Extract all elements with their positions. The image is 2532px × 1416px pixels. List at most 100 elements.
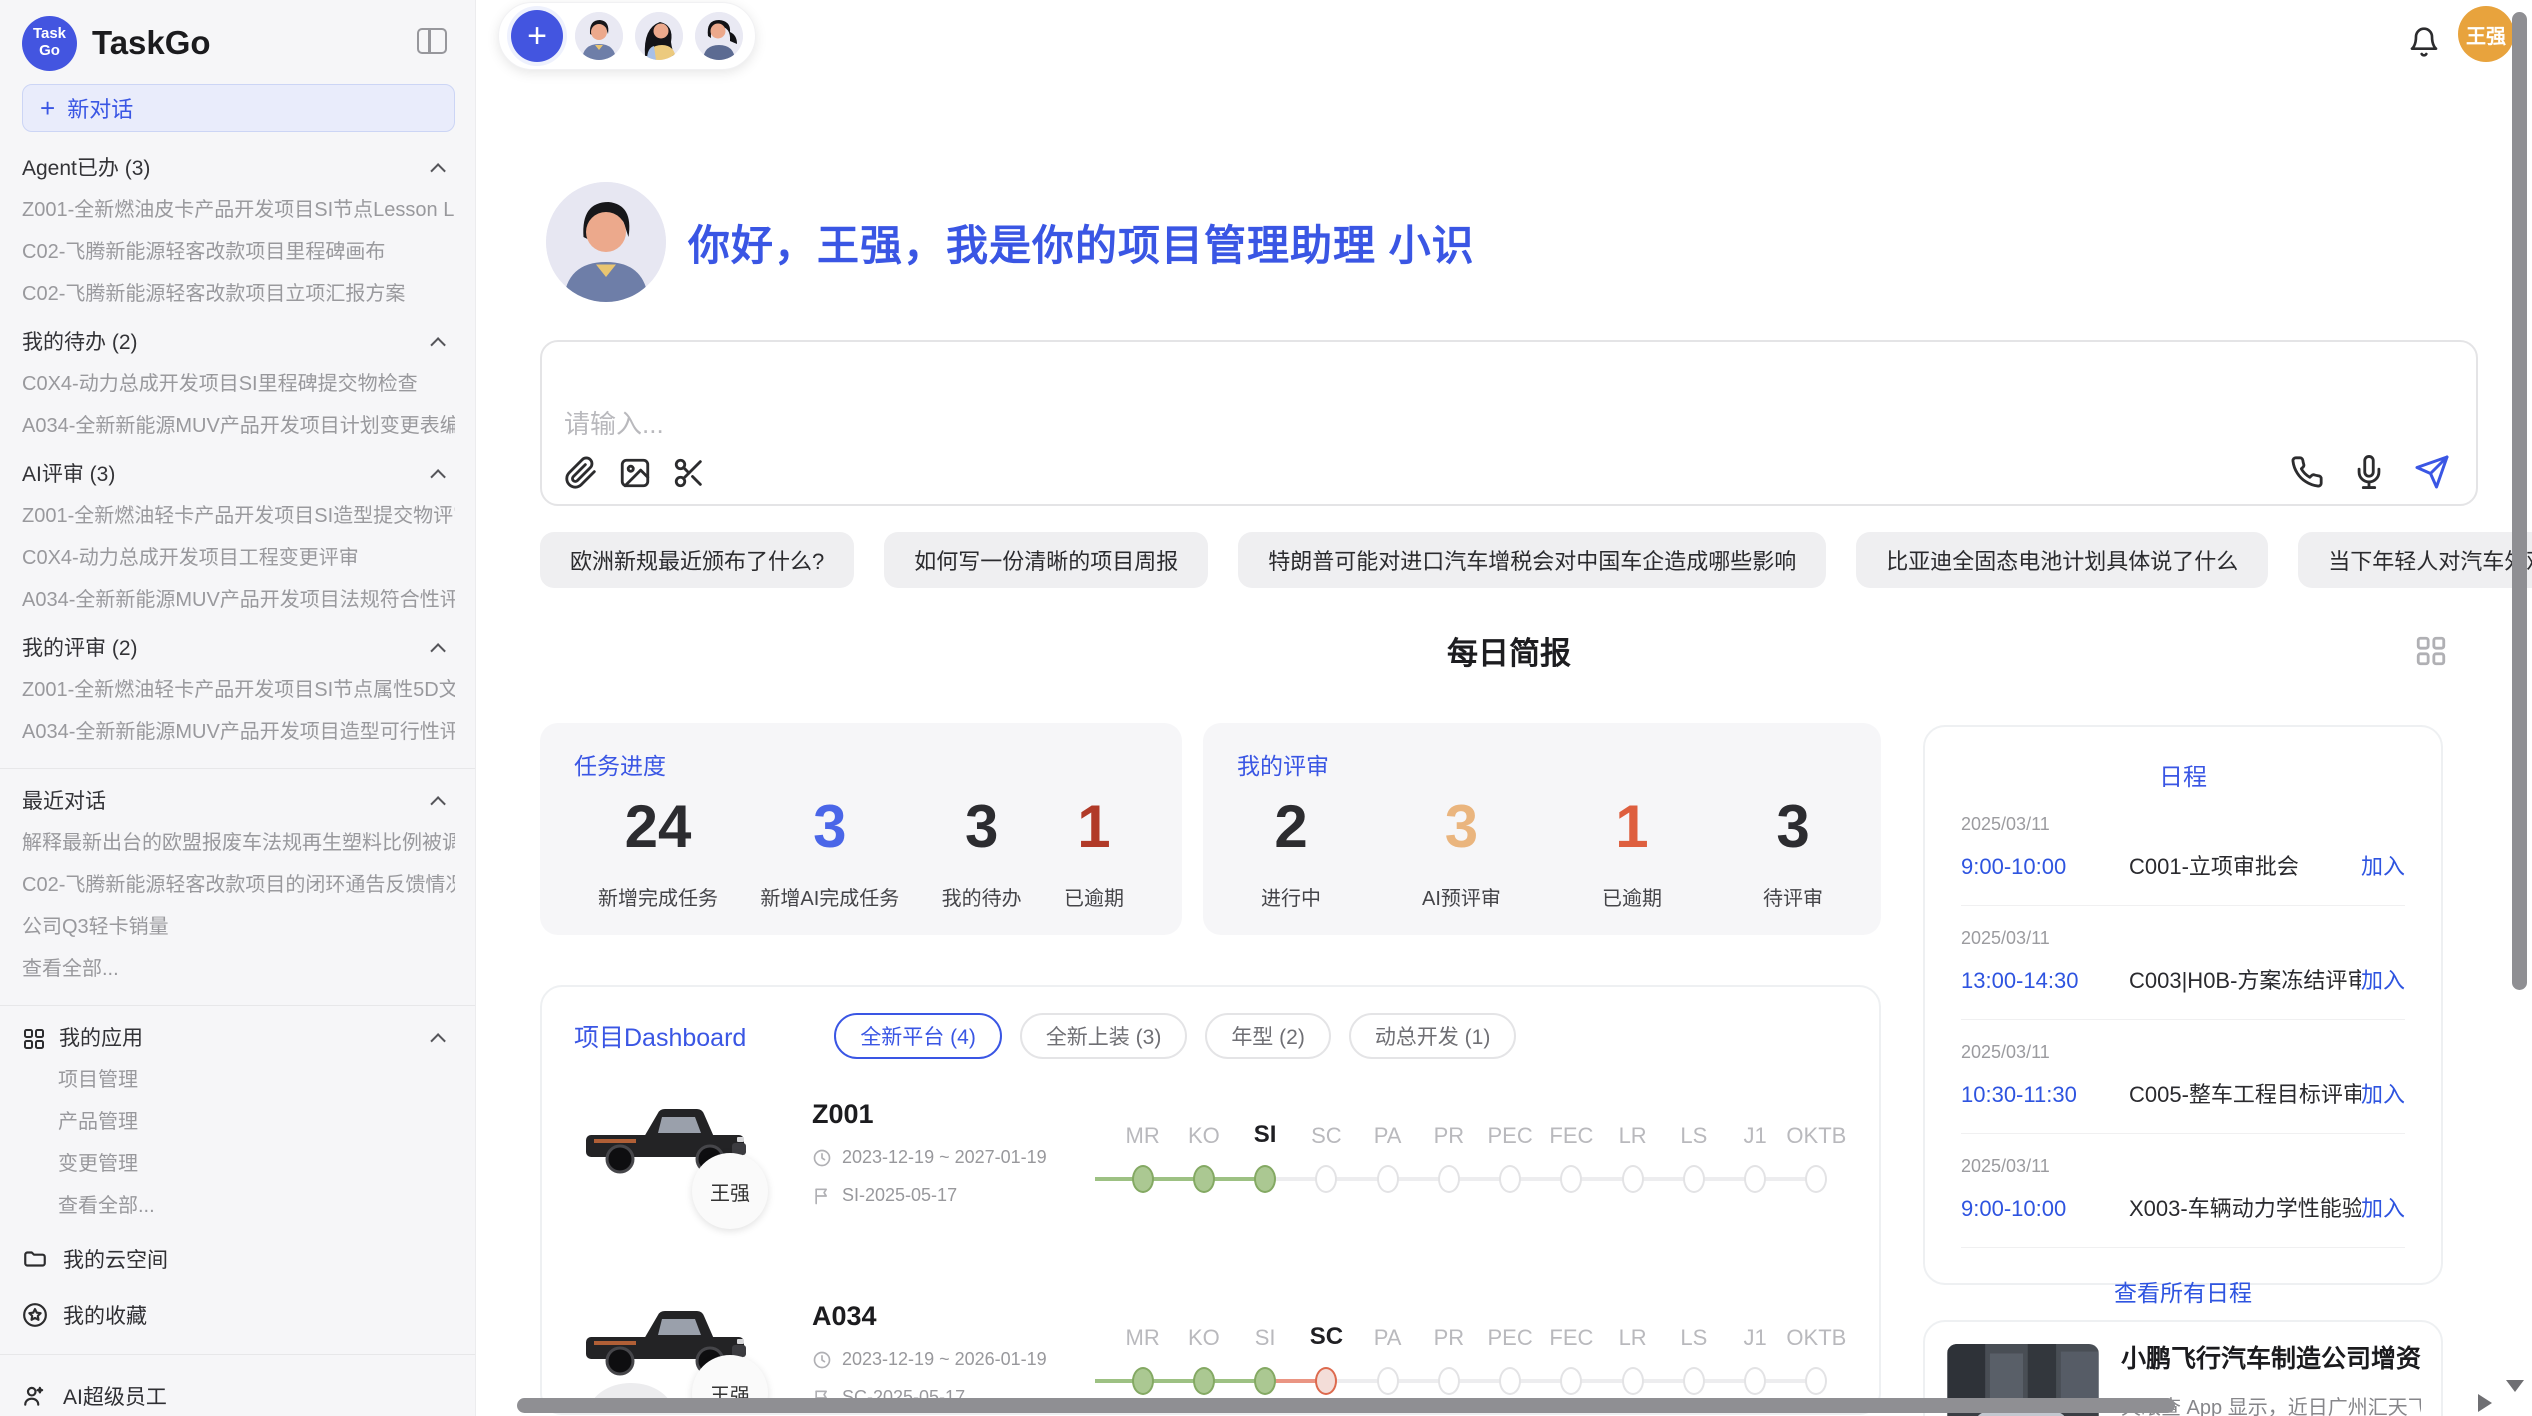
event-name: X003-车辆动力学性能验... <box>2129 1191 2361 1223</box>
new-chat-label: 新对话 <box>67 92 133 124</box>
people-icon <box>22 1383 48 1409</box>
section-my-todo[interactable]: 我的待办 (2) <box>22 330 455 356</box>
avatar-man-icon <box>546 182 666 302</box>
sidebar-item-favorites[interactable]: 我的收藏 <box>22 1300 455 1330</box>
project-dates: 2023-12-19 ~ 2026-01-19 <box>842 1349 1047 1370</box>
suggestion-chip[interactable]: 当下年轻人对汽车外观有怎样的喜好趋势 <box>2298 532 2532 588</box>
list-item[interactable]: A034-全新新能源MUV产品开发项目造型可行性评审 <box>22 720 455 744</box>
avatar-woman-icon <box>635 12 683 60</box>
agent-avatar-1[interactable] <box>575 12 623 60</box>
join-button[interactable]: 加入 <box>2361 1191 2405 1223</box>
logo-line2: Go <box>39 43 60 60</box>
layout-grid-icon[interactable] <box>2414 634 2448 673</box>
list-item[interactable]: Z001-全新燃油轻卡产品开发项目SI节点属性5D文件评审 <box>22 678 455 702</box>
list-item[interactable]: A034-全新新能源MUV产品开发项目计划变更表编写 <box>22 414 455 438</box>
avatar-man-icon <box>575 12 623 60</box>
chevron-up-icon <box>430 163 446 179</box>
event-time: 13:00-14:30 <box>1961 968 2129 994</box>
list-item[interactable]: C0X4-动力总成开发项目SI里程碑提交物检查 <box>22 372 455 396</box>
view-all-schedule-link[interactable]: 查看所有日程 <box>1961 1274 2405 1308</box>
event-date: 2025/03/11 <box>1961 1156 2405 1177</box>
tab-powertrain[interactable]: 动总开发 (1) <box>1349 1013 1517 1059</box>
task-progress-card: 任务进度 24新增完成任务 3新增AI完成任务 3我的待办 1已逾期 <box>540 723 1182 935</box>
agent-avatar-2[interactable] <box>635 12 683 60</box>
sidebar-item-product-mgmt[interactable]: 产品管理 <box>22 1110 455 1134</box>
divider <box>0 768 475 769</box>
list-item[interactable]: A034-全新新能源MUV产品开发项目法规符合性评审 <box>22 588 455 612</box>
vertical-scrollbar[interactable] <box>2512 12 2527 990</box>
list-item[interactable]: C0X4-动力总成开发项目工程变更评审 <box>22 546 455 570</box>
phone-call-icon[interactable] <box>2290 455 2324 489</box>
sidebar-item-cloud-space[interactable]: 我的云空间 <box>22 1244 455 1274</box>
schedule-event: 2025/03/11 13:00-14:30 C003|H0B-方案冻结评审 加… <box>1961 906 2405 1020</box>
list-item[interactable]: 公司Q3轻卡销量 <box>22 915 455 939</box>
milestone-track: MR KO SI SC PA PR PEC FEC LR LS J1 OKTB <box>1112 1295 1847 1395</box>
list-item[interactable]: Z001-全新燃油轻卡产品开发项目SI造型提交物评审 <box>22 504 455 528</box>
join-button[interactable]: 加入 <box>2361 1077 2405 1109</box>
tab-new-platform[interactable]: 全新平台 (4) <box>834 1013 1002 1059</box>
list-item[interactable]: Z001-全新燃油皮卡产品开发项目SI节点Lesson Learn报告 <box>22 198 455 222</box>
sidebar: Task Go TaskGo + 新对话 Agent已办 (3) Z001-全新… <box>0 0 476 1416</box>
join-button[interactable]: 加入 <box>2361 963 2405 995</box>
section-my-apps[interactable]: 我的应用 <box>22 1026 455 1052</box>
suggestion-chip[interactable]: 比亚迪全固态电池计划具体说了什么 <box>1856 532 2268 588</box>
divider <box>0 1354 475 1355</box>
project-row-z001[interactable]: 王强 Z001 2023-12-19 ~ 2027-01-19 SI-2025-… <box>574 1093 1847 1251</box>
project-row-a034[interactable]: 王强 A034 2023-12-19 ~ 2026-01-19 SC-2025-… <box>574 1295 1847 1415</box>
scroll-right-arrow[interactable] <box>2478 1394 2492 1412</box>
clock-icon <box>812 1148 832 1168</box>
section-title: 我的评审 (2) <box>22 636 138 662</box>
schedule-panel: 日程 2025/03/11 9:00-10:00 C001-立项审批会 加入 2… <box>1923 725 2443 1285</box>
cloud-folder-icon <box>22 1246 48 1272</box>
tab-year-model[interactable]: 年型 (2) <box>1205 1013 1331 1059</box>
view-all-link[interactable]: 查看全部... <box>22 1194 455 1218</box>
image-icon[interactable] <box>618 456 652 490</box>
logo-line1: Task <box>33 26 66 43</box>
microphone-icon[interactable] <box>2352 455 2386 489</box>
sidebar-collapse-icon[interactable] <box>417 28 447 54</box>
suggestion-chip[interactable]: 特朗普可能对进口汽车增税会对中国车企造成哪些影响 <box>1238 532 1826 588</box>
view-all-link[interactable]: 查看全部... <box>22 957 455 981</box>
agent-avatar-3[interactable] <box>695 12 743 60</box>
daily-brief-title: 每日简报 <box>540 628 2478 673</box>
section-title: AI评审 (3) <box>22 462 115 488</box>
list-item[interactable]: 解释最新出台的欧盟报废车法规再生塑料比例被调至15%... <box>22 831 455 855</box>
notification-bell-icon[interactable] <box>2408 26 2440 63</box>
send-icon[interactable] <box>2414 454 2450 490</box>
schedule-event: 2025/03/11 9:00-10:00 C001-立项审批会 加入 <box>1961 792 2405 906</box>
event-time: 9:00-10:00 <box>1961 854 2129 880</box>
chevron-up-icon <box>430 337 446 353</box>
avatar-woman2-icon <box>695 12 743 60</box>
new-chat-button[interactable]: + 新对话 <box>22 84 455 132</box>
section-my-review[interactable]: 我的评审 (2) <box>22 636 455 662</box>
greeting-text: 你好，王强，我是你的项目管理助理 小识 <box>688 212 1475 273</box>
assistant-greeting: 你好，王强，我是你的项目管理助理 小识 <box>546 182 1475 302</box>
sidebar-item-ai-super-staff[interactable]: AI超级员工 <box>22 1381 455 1411</box>
stat-new-ai-done: 3新增AI完成任务 <box>760 795 899 911</box>
section-recent-chats[interactable]: 最近对话 <box>22 789 455 815</box>
chat-input[interactable] <box>564 404 2164 452</box>
join-button[interactable]: 加入 <box>2361 849 2405 881</box>
scissors-icon[interactable] <box>672 456 706 490</box>
section-agent-done[interactable]: Agent已办 (3) <box>22 156 455 182</box>
suggestion-chip[interactable]: 如何写一份清晰的项目周报 <box>884 532 1208 588</box>
list-item[interactable]: C02-飞腾新能源轻客改款项目的闭环通告反馈情况 <box>22 873 455 897</box>
horizontal-scrollbar[interactable] <box>517 1398 2175 1413</box>
section-ai-review[interactable]: AI评审 (3) <box>22 462 455 488</box>
attachment-icon[interactable] <box>564 456 598 490</box>
add-agent-button[interactable]: + <box>511 10 563 62</box>
news-title: 小鹏飞行汽车制造公司增资 <box>2121 1344 2421 1375</box>
tab-new-body[interactable]: 全新上装 (3) <box>1020 1013 1188 1059</box>
section-title: 我的应用 <box>59 1026 143 1052</box>
my-review-card: 我的评审 2进行中 3AI预评审 1已逾期 3待评审 <box>1203 723 1881 935</box>
list-item[interactable]: C02-飞腾新能源轻客改款项目立项汇报方案 <box>22 282 455 306</box>
chevron-up-icon <box>430 469 446 485</box>
user-avatar[interactable]: 王强 <box>2458 6 2514 62</box>
sidebar-item-project-mgmt[interactable]: 项目管理 <box>22 1068 455 1092</box>
list-item[interactable]: C02-飞腾新能源轻客改款项目里程碑画布 <box>22 240 455 264</box>
scroll-down-arrow[interactable] <box>2506 1380 2524 1392</box>
flag-icon <box>812 1186 832 1206</box>
sidebar-item-change-mgmt[interactable]: 变更管理 <box>22 1152 455 1176</box>
event-time: 9:00-10:00 <box>1961 1196 2129 1222</box>
suggestion-chip[interactable]: 欧洲新规最近颁布了什么? <box>540 532 854 588</box>
